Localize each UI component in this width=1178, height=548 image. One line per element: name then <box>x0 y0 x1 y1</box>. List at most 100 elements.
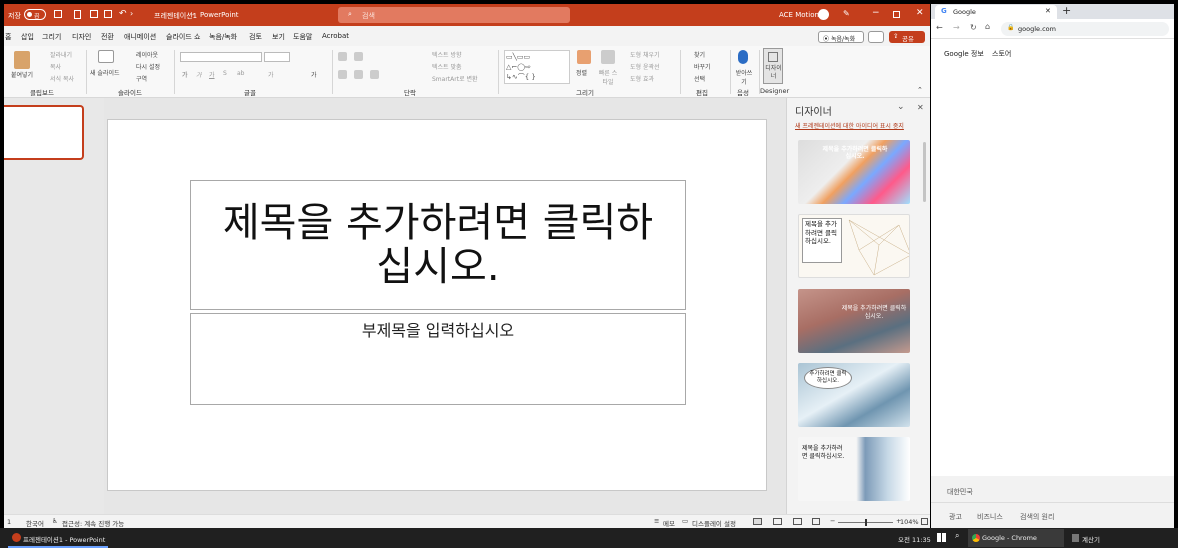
tab-animations[interactable]: 애니메이션 <box>124 32 156 42</box>
start-icon[interactable] <box>937 533 946 542</box>
font-name-dropdown[interactable] <box>180 52 262 62</box>
tab-acrobat[interactable]: Acrobat <box>322 32 349 40</box>
paste-button[interactable]: 붙여넣기 <box>11 70 33 79</box>
about-google-link[interactable]: Google 정보 <box>944 49 984 59</box>
collapse-ribbon-icon[interactable]: ⌃ <box>917 86 923 94</box>
bold-button[interactable]: 가 <box>182 70 188 79</box>
arrange-button[interactable]: 정렬 <box>576 68 587 77</box>
minimize-icon[interactable]: − <box>872 8 880 18</box>
arrange-icon[interactable] <box>577 50 591 64</box>
format-painter-button[interactable]: 서식 복사 <box>50 74 74 83</box>
maximize-icon[interactable] <box>893 11 900 18</box>
zoom-out-icon[interactable]: − <box>830 517 835 525</box>
italic-button[interactable]: 가 <box>196 70 202 79</box>
comment-icon[interactable] <box>868 31 884 43</box>
font-color-button[interactable]: 가 <box>311 70 317 79</box>
design-idea-2[interactable]: 제목을 추가하려면 클릭하십시오. <box>798 214 910 278</box>
notes-button[interactable]: 메모 <box>663 518 675 528</box>
cut-button[interactable]: 잘라내기 <box>50 50 72 59</box>
shape-outline-button[interactable]: 도형 윤곽선 <box>630 62 660 71</box>
taskbar-chrome-button[interactable]: Google - Chrome <box>968 529 1064 547</box>
slide-canvas[interactable]: 제목을 추가하려면 클릭하 십시오. 부제목을 입력하십시오 <box>107 119 767 491</box>
designer-scrollbar[interactable] <box>923 142 926 202</box>
tab-close-icon[interactable]: ✕ <box>1045 7 1051 15</box>
pen-icon[interactable]: ✎ <box>843 9 850 18</box>
search-box[interactable]: ⌕ 검색 <box>338 7 570 23</box>
subtitle-placeholder[interactable]: 부제목을 입력하십시오 <box>190 313 686 405</box>
tab-draw[interactable]: 그리기 <box>42 32 61 42</box>
find-button[interactable]: 찾기 <box>694 50 705 59</box>
template-icon[interactable] <box>90 10 98 18</box>
chrome-tab[interactable]: G Google ✕ <box>935 5 1057 19</box>
reset-button[interactable]: 다시 설정 <box>136 62 160 71</box>
back-icon[interactable]: ← <box>936 23 943 32</box>
design-idea-1[interactable]: 제목을 추가하려면 클릭하십시오. <box>798 140 910 204</box>
stop-ideas-link[interactable]: 새 프레젠테이션에 대한 아이디어 표시 중지 <box>795 121 904 130</box>
tab-help[interactable]: 도움말 <box>293 32 312 42</box>
tab-view[interactable]: 보기 <box>272 32 285 42</box>
section-button[interactable]: 구역 <box>136 74 147 83</box>
underline-button[interactable]: 가 <box>209 70 215 79</box>
reload-icon[interactable]: ↻ <box>970 23 977 32</box>
footer-ads-link[interactable]: 광고 <box>949 512 962 522</box>
strike-button[interactable]: S <box>223 70 227 77</box>
align-center-icon[interactable] <box>354 70 363 79</box>
share-button[interactable]: ⇪ 공유 <box>889 31 925 43</box>
align-text-button[interactable]: 텍스트 맞춤 <box>432 62 462 71</box>
dictate-button[interactable]: 받아쓰기 <box>734 68 754 86</box>
smartart-button[interactable]: SmartArt로 변환 <box>432 74 478 83</box>
title-placeholder[interactable]: 제목을 추가하려면 클릭하 십시오. <box>190 180 686 310</box>
paste-icon[interactable] <box>14 51 30 69</box>
new-tab-icon[interactable]: + <box>1062 4 1071 17</box>
bullets-icon[interactable] <box>338 52 347 61</box>
address-bar[interactable]: 🔒 google.com <box>1001 22 1169 36</box>
redo-icon[interactable]: › <box>130 9 133 18</box>
slide-sorter-icon[interactable] <box>773 518 782 525</box>
shapes-gallery[interactable]: ▭╲▭▭ △⌐◯⇨ ↳∿⌒{ } <box>504 50 570 84</box>
reading-view-icon[interactable] <box>793 518 802 525</box>
close-icon[interactable]: ✕ <box>916 8 924 18</box>
copy-button[interactable]: 복사 <box>50 62 61 71</box>
design-idea-3[interactable]: 제목을 추가하려면 클릭하십시오. <box>798 289 910 353</box>
slideshow-icon[interactable] <box>812 518 820 525</box>
microphone-icon[interactable] <box>738 50 748 64</box>
taskbar-calculator-button[interactable]: 계산기 <box>1068 529 1164 547</box>
tab-design[interactable]: 디자인 <box>72 32 91 42</box>
zoom-slider-thumb[interactable] <box>865 519 867 526</box>
tab-record[interactable]: 녹음/녹화 <box>209 32 237 42</box>
save-icon[interactable] <box>54 10 62 18</box>
text-direction-button[interactable]: 텍스트 방향 <box>432 50 462 59</box>
clock[interactable]: 오전 11:35 <box>898 534 931 544</box>
designer-button[interactable]: 디자이너 <box>763 48 783 84</box>
select-button[interactable]: 선택 <box>694 74 705 83</box>
new-slide-icon[interactable] <box>98 50 114 63</box>
record-button[interactable]: ⦿ 녹음/녹화 <box>818 31 864 43</box>
font-size-dropdown[interactable] <box>264 52 290 62</box>
zoom-level[interactable]: 104% <box>900 518 919 526</box>
new-file-icon[interactable] <box>74 10 81 19</box>
search-taskbar-icon[interactable]: ⌕ <box>955 531 959 541</box>
case-button[interactable]: 가 <box>268 70 274 79</box>
slide-thumbnail[interactable] <box>4 105 84 160</box>
shape-effects-button[interactable]: 도형 효과 <box>630 74 654 83</box>
tab-insert[interactable]: 삽입 <box>21 32 34 42</box>
align-right-icon[interactable] <box>370 70 379 79</box>
footer-business-link[interactable]: 비즈니스 <box>977 512 1003 522</box>
forward-icon[interactable]: → <box>953 23 960 32</box>
language-status[interactable]: 한국어 <box>26 518 44 528</box>
close-pane-icon[interactable]: ✕ <box>917 103 924 112</box>
display-settings-button[interactable]: 디스플레이 설정 <box>692 518 736 528</box>
char-spacing-button[interactable]: ab <box>237 70 245 77</box>
home-icon[interactable]: ⌂ <box>985 22 990 31</box>
normal-view-icon[interactable] <box>753 518 762 525</box>
print-icon[interactable] <box>104 10 112 18</box>
zoom-slider[interactable] <box>838 519 893 526</box>
chevron-down-icon[interactable]: ⌄ <box>897 102 905 112</box>
footer-how-search-link[interactable]: 검색의 원리 <box>1020 512 1054 522</box>
design-idea-5[interactable]: 제목을 추가하려면 클릭하십시오. <box>798 437 910 501</box>
numbering-icon[interactable] <box>354 52 363 61</box>
align-left-icon[interactable] <box>338 70 347 79</box>
tab-slideshow[interactable]: 슬라이드 쇼 <box>166 32 200 42</box>
tab-review[interactable]: 검토 <box>249 32 262 42</box>
new-slide-button[interactable]: 새 슬라이드 <box>90 68 120 77</box>
